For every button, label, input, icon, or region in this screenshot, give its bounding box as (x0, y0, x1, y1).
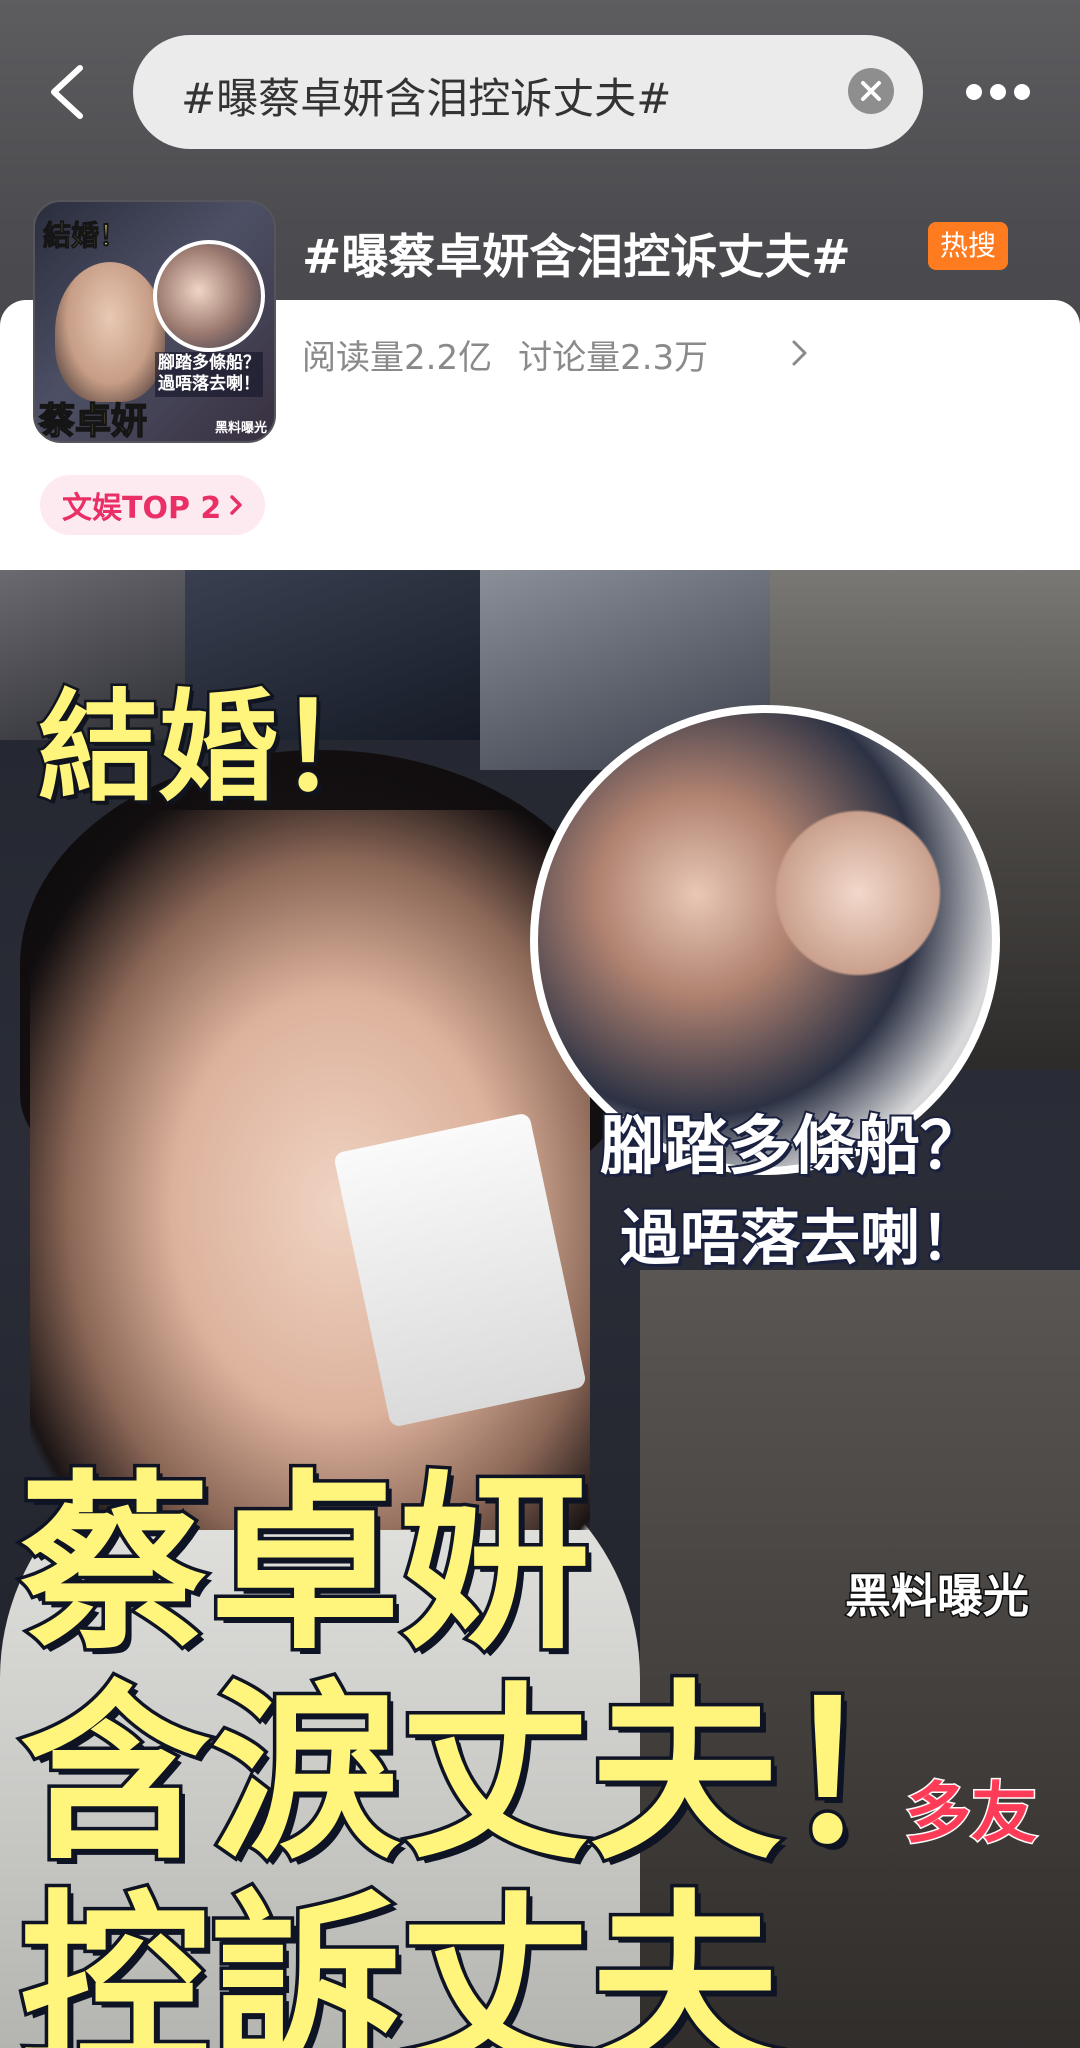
thumbnail-caption-expose: 黑料曝光 (215, 421, 268, 436)
topic-stats[interactable]: 阅读量2.2亿 讨论量2.3万 (302, 330, 708, 379)
caption-name: 蔡卓妍 (16, 1454, 593, 1675)
topic-thumbnail[interactable]: 結婚！ 腳踏多條船？ 過唔落去喇！ 蔡卓妍 黑料曝光 (33, 200, 276, 443)
thumbnail-caption-cross-line: 過唔落去喇！ (158, 374, 260, 395)
nav-bar: #曝蔡卓妍含泪控诉丈夫# (0, 0, 1080, 185)
post-image[interactable]: 結婚！ 腳踏多條船？ 過唔落去喇！ 黑料曝光 蔡卓妍 含淚丈夫！ 控訴丈夫 多友 (0, 570, 1080, 2048)
caption-friends: 多友 (904, 1774, 1039, 1854)
chevron-right-icon[interactable] (790, 338, 810, 368)
thumbnail-caption-boat: 腳踏多條船？ 過唔落去喇！ (155, 352, 263, 397)
chevron-left-icon (51, 65, 83, 119)
read-count: 阅读量2.2亿 (302, 338, 493, 378)
rank-chip[interactable]: 文娱TOP 2 (40, 475, 266, 535)
caption-marry: 結婚！ (36, 677, 401, 821)
caption-cross: 過唔落去喇！ (618, 1202, 982, 1276)
more-dot (1014, 84, 1030, 100)
thumbnail-face (55, 262, 165, 402)
caption-tears: 含淚丈夫！ (16, 1664, 973, 1885)
thumbnail-caption-name: 蔡卓妍 (38, 400, 148, 442)
more-dot (966, 84, 982, 100)
rank-label: 文娱TOP 2 (62, 491, 222, 526)
search-query-text: #曝蔡卓妍含泪控诉丈夫# (181, 74, 672, 123)
clear-search-button[interactable] (848, 68, 894, 114)
search-input[interactable]: #曝蔡卓妍含泪控诉丈夫# (133, 35, 923, 149)
close-circle-icon (861, 81, 881, 101)
topic-title: #曝蔡卓妍含泪控诉丈夫# (302, 230, 851, 285)
thumbnail-caption-boat-line1: 腳踏多條船？ (158, 353, 260, 373)
more-dot (990, 84, 1006, 100)
more-options-button[interactable] (962, 72, 1034, 112)
hot-search-badge: 热搜 (928, 222, 1008, 270)
discuss-count: 讨论量2.3万 (518, 338, 709, 378)
caption-expose: 黑料曝光 (844, 1568, 1031, 1625)
back-button[interactable] (40, 60, 96, 124)
caption-boat: 腳踏多條船？ (598, 1108, 986, 1186)
caption-accuse: 控訴丈夫 (16, 1874, 783, 2048)
chevron-right-icon (230, 495, 243, 515)
thumbnail-caption-marry: 結婚！ (42, 219, 128, 253)
thumbnail-couple-circle (153, 240, 265, 352)
